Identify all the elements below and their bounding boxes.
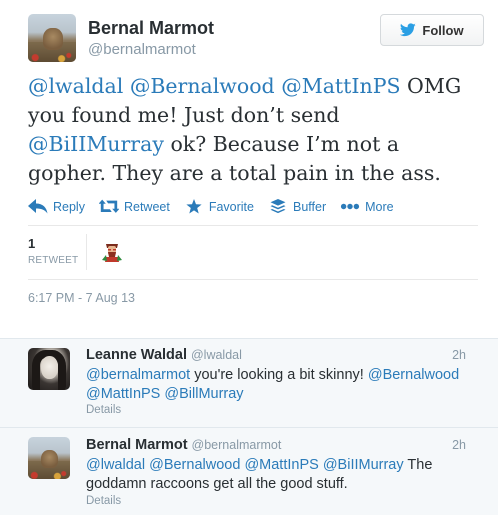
mention-link[interactable]: @lwaldal: [28, 74, 123, 98]
retweet-count[interactable]: 1: [28, 236, 35, 251]
reply-author-name[interactable]: Bernal Marmot @bernalmarmot: [86, 437, 281, 453]
reply-time[interactable]: 2h: [452, 348, 466, 362]
author-handle[interactable]: @bernalmarmot: [88, 41, 196, 58]
reply-icon: [28, 199, 48, 214]
reply-text: @lwaldal @Bernalwood @MattInPS @BiIIMurr…: [86, 457, 433, 492]
tweet-timestamp[interactable]: 6:17 PM - 7 Aug 13: [28, 291, 135, 305]
reply-tweet[interactable]: Leanne Waldal @lwaldal 2h @bernalmarmot y…: [0, 339, 498, 426]
buffer-label: Buffer: [292, 199, 327, 214]
follow-button[interactable]: Follow: [380, 14, 484, 46]
reply-details-link[interactable]: Details: [86, 495, 121, 507]
mention-link[interactable]: @lwaldal: [86, 457, 145, 473]
mention-link[interactable]: @BiIIMurray: [323, 457, 404, 473]
mention-link[interactable]: @MattInPS: [244, 457, 318, 473]
divider: [28, 279, 478, 280]
tweet-actions: Reply Retweet Favorite Buffer More: [28, 199, 408, 214]
reply-details-link[interactable]: Details: [86, 404, 121, 416]
reply-author-handle: @lwaldal: [190, 348, 242, 362]
replies-section: Leanne Waldal @lwaldal 2h @bernalmarmot y…: [0, 338, 498, 515]
retweet-icon: [98, 199, 119, 213]
reply-avatar[interactable]: [28, 437, 70, 479]
more-label: More: [365, 199, 394, 214]
retweet-count-label: RETWEET: [28, 255, 79, 266]
retweeter-avatar[interactable]: [100, 238, 124, 262]
favorite-button[interactable]: Favorite: [184, 199, 254, 214]
tweet-text: @lwaldal @Bernalwood @MattInPS OMG you f…: [28, 74, 462, 185]
mention-link[interactable]: @Bernalwood: [130, 74, 275, 98]
author-avatar[interactable]: [28, 14, 76, 62]
retweet-label: Retweet: [123, 199, 170, 214]
mention-link[interactable]: @MattInPS: [86, 386, 160, 402]
mention-link[interactable]: @Bernalwood: [149, 457, 240, 473]
mention-link[interactable]: @bernalmarmot: [86, 367, 190, 383]
reply-author-name[interactable]: Leanne Waldal @lwaldal: [86, 347, 242, 363]
mention-link[interactable]: @Bernalwood: [368, 367, 459, 383]
buffer-icon: [270, 199, 286, 214]
divider: [28, 225, 478, 226]
mention-link[interactable]: @BiIIMurray: [28, 132, 164, 156]
reply-avatar[interactable]: [28, 348, 70, 390]
reply-button[interactable]: Reply: [28, 199, 85, 214]
follow-label: Follow: [422, 22, 464, 38]
author-name[interactable]: Bernal Marmot: [88, 18, 214, 39]
more-dots-icon: [341, 203, 360, 210]
mention-link[interactable]: @MattInPS: [281, 74, 400, 98]
mention-link[interactable]: @BillMurray: [164, 386, 243, 402]
retweet-button[interactable]: Retweet: [98, 199, 170, 214]
main-tweet: Bernal Marmot @bernalmarmot Follow @lwal…: [0, 0, 498, 338]
twitter-bird-icon: [400, 23, 417, 37]
reply-tweet[interactable]: Bernal Marmot @bernalmarmot 2h @lwaldal @…: [0, 428, 498, 515]
reply-label: Reply: [53, 199, 85, 214]
reply-time[interactable]: 2h: [452, 438, 466, 452]
reply-text: @bernalmarmot you're looking a bit skinn…: [86, 367, 460, 402]
favorite-star-icon: [186, 199, 202, 214]
reply-author-handle: @bernalmarmot: [191, 438, 282, 452]
favorite-label: Favorite: [208, 199, 254, 214]
buffer-button[interactable]: Buffer: [268, 199, 326, 214]
stats-separator: [86, 234, 87, 270]
more-button[interactable]: More: [340, 199, 394, 214]
